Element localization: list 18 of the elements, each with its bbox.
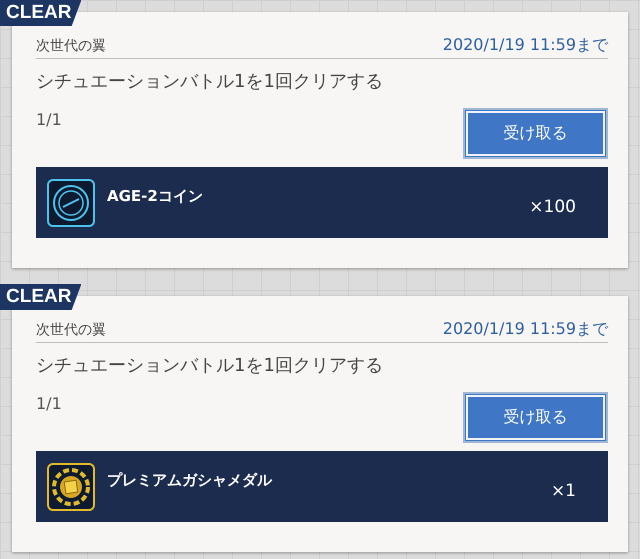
mission-title: 次世代の翼 xyxy=(36,321,106,340)
reward-name: AGE-2コイン xyxy=(107,187,203,206)
claim-button[interactable]: 受け取る xyxy=(463,108,608,158)
reward-quantity: ×100 xyxy=(529,196,576,216)
claim-button[interactable]: 受け取る xyxy=(463,392,608,442)
reward-name: プレミアムガシャメダル xyxy=(107,471,272,490)
deadline: 2020/1/19 11:59まで xyxy=(442,35,608,56)
deadline: 2020/1/19 11:59まで xyxy=(442,319,608,340)
reward-quantity: ×1 xyxy=(550,480,576,500)
progress-count: 1/1 xyxy=(36,110,62,128)
progress-count: 1/1 xyxy=(36,394,62,412)
mission-description: シチュエーションバトル1を1回クリアする xyxy=(36,70,384,93)
medal-icon xyxy=(47,462,95,510)
clear-badge: CLEAR xyxy=(0,284,82,310)
clear-badge: CLEAR xyxy=(0,0,82,26)
mission-description: シチュエーションバトル1を1回クリアする xyxy=(36,354,384,377)
coin-icon xyxy=(47,178,95,226)
mission-title: 次世代の翼 xyxy=(36,37,106,56)
